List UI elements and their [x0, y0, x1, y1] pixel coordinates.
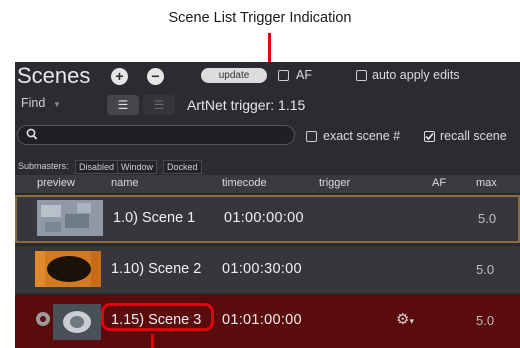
- column-max[interactable]: max: [476, 177, 497, 189]
- recall-scene-label: recall scene: [440, 129, 507, 143]
- af-checkbox[interactable]: [278, 70, 289, 81]
- update-button[interactable]: update: [201, 68, 267, 83]
- annotation-title: Scene List Trigger Indication: [168, 10, 352, 26]
- table-row[interactable]: 1.10) Scene 2 01:00:30:00 5.0: [15, 245, 520, 293]
- scene-preview-thumbnail: [37, 200, 103, 236]
- submasters-label: Submasters:: [18, 161, 69, 171]
- scenes-toolbar: Scenes + − update AF auto apply edits: [15, 62, 520, 90]
- exact-scene-checkbox[interactable]: [306, 131, 317, 142]
- remove-scene-button[interactable]: −: [147, 68, 164, 85]
- submasters-option-window[interactable]: Window: [117, 160, 158, 174]
- annotation-pointer-bottom: [151, 334, 154, 348]
- exact-scene-label: exact scene #: [323, 129, 401, 143]
- sort-button[interactable]: ☰: [107, 95, 139, 115]
- submasters-option-disabled[interactable]: Disabled: [75, 160, 119, 174]
- auto-apply-checkbox[interactable]: [356, 70, 367, 81]
- column-preview[interactable]: preview: [37, 177, 75, 189]
- submasters-row: Submasters: Disabled Window Docked: [15, 157, 520, 174]
- scene-name: 1.10) Scene 2: [111, 261, 202, 277]
- scenes-panel: Scenes + − update AF auto apply edits Fi…: [15, 62, 520, 348]
- filter-button[interactable]: ☰: [143, 95, 175, 115]
- gear-icon[interactable]: ⚙▾: [396, 310, 414, 328]
- find-row: Find ▼ ☰ ☰ ArtNet trigger: 1.15: [15, 92, 520, 116]
- af-label: AF: [296, 68, 312, 82]
- find-menu[interactable]: Find: [21, 96, 45, 110]
- scene-max: 5.0: [476, 313, 495, 328]
- scene-timecode: 01:01:00:00: [222, 312, 302, 328]
- scene-name: 1.15) Scene 3: [111, 312, 202, 328]
- search-input[interactable]: [17, 125, 295, 145]
- scene-name: 1.0) Scene 1: [113, 210, 196, 226]
- chevron-down-icon: ▼: [53, 100, 61, 109]
- scene-timecode: 01:00:30:00: [222, 261, 302, 277]
- scene-max: 5.0: [478, 211, 497, 226]
- column-timecode[interactable]: timecode: [222, 177, 267, 189]
- column-af[interactable]: AF: [432, 177, 446, 189]
- scene-max: 5.0: [476, 262, 495, 277]
- table-header: preview name timecode trigger AF max: [15, 175, 520, 194]
- auto-apply-label: auto apply edits: [372, 68, 460, 82]
- table-row[interactable]: 1.0) Scene 1 01:00:00:00 5.0: [15, 195, 520, 243]
- play-indicator-icon: [36, 312, 50, 326]
- scene-timecode: 01:00:00:00: [224, 210, 304, 226]
- column-name[interactable]: name: [111, 177, 139, 189]
- search-icon: [26, 128, 38, 144]
- scene-preview-thumbnail: [35, 251, 101, 287]
- column-trigger[interactable]: trigger: [319, 177, 350, 189]
- scenes-title: Scenes: [17, 63, 91, 88]
- scene-preview-thumbnail: [53, 304, 101, 340]
- artnet-trigger-readout: ArtNet trigger: 1.15: [187, 97, 306, 113]
- table-row[interactable]: 1.15) Scene 3 01:01:00:00 ⚙▾ 5.0: [15, 295, 520, 348]
- add-scene-button[interactable]: +: [111, 68, 128, 85]
- submasters-option-docked[interactable]: Docked: [163, 160, 202, 174]
- recall-scene-checkbox[interactable]: [424, 131, 435, 142]
